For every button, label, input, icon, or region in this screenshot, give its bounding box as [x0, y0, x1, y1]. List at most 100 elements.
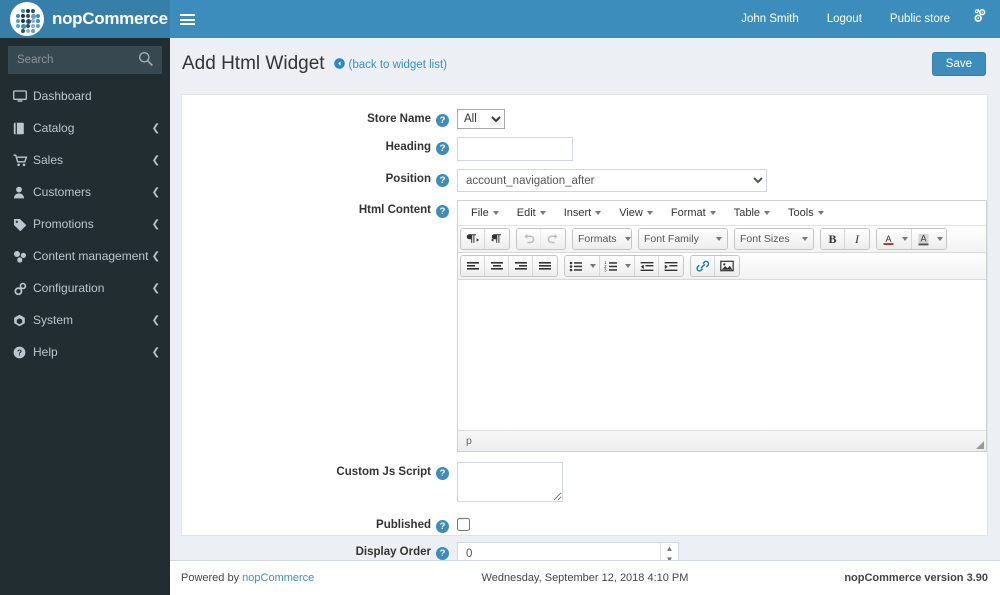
footer-nopcommerce-link[interactable]: nopCommerce: [242, 572, 314, 584]
heading-input[interactable]: [457, 137, 573, 161]
direction-group: [460, 228, 510, 250]
chevron-down-icon: [624, 237, 631, 241]
gears-icon[interactable]: [964, 0, 1000, 38]
font-family-dropdown[interactable]: Font Family: [638, 228, 728, 250]
ordered-list-icon[interactable]: 123: [600, 256, 635, 276]
position-select[interactable]: account_navigation_after: [457, 169, 767, 192]
question-circle-icon[interactable]: ?: [436, 142, 449, 155]
form-row-html-content: Html Content ? File Edit Insert View For…: [182, 200, 987, 452]
editor-menu-edit[interactable]: Edit: [508, 204, 555, 222]
published-checkbox[interactable]: [457, 518, 470, 531]
editor-menu-table[interactable]: Table: [725, 204, 779, 222]
hamburger-icon[interactable]: [170, 0, 204, 38]
link-chain-icon[interactable]: [691, 256, 715, 276]
question-circle-icon[interactable]: ?: [436, 520, 449, 533]
svg-text:A: A: [920, 233, 926, 243]
search-icon[interactable]: [137, 51, 155, 69]
insert-group: [690, 255, 740, 277]
sidebar-item-system[interactable]: System ❮: [0, 304, 170, 336]
search-input[interactable]: [9, 47, 139, 73]
sidebar-item-content-management[interactable]: Content management ❮: [0, 240, 170, 272]
outdent-icon[interactable]: [635, 256, 659, 276]
sidebar-item-label: Help: [33, 345, 58, 359]
align-justify-icon[interactable]: [533, 256, 557, 276]
align-right-icon[interactable]: [509, 256, 533, 276]
editor-menu-format[interactable]: Format: [662, 204, 725, 222]
back-to-widget-list-link[interactable]: (back to widget list): [333, 52, 447, 78]
content-area: Add Html Widget (back to widget list) Sa…: [170, 38, 1000, 595]
ltr-paragraph-icon[interactable]: [461, 229, 485, 249]
rtl-paragraph-icon[interactable]: [485, 229, 509, 249]
sidebar-search[interactable]: [8, 46, 162, 74]
editor-menu-tools[interactable]: Tools: [779, 204, 833, 222]
brand-name: nopCommerce: [52, 9, 168, 28]
editor-menu-file[interactable]: File: [462, 204, 508, 222]
background-color-icon[interactable]: A: [912, 229, 946, 249]
image-picture-icon[interactable]: [715, 256, 739, 276]
alignment-group: [460, 255, 558, 277]
logout-link[interactable]: Logout: [813, 0, 876, 38]
redo-arrow-icon[interactable]: [541, 229, 565, 249]
question-circle-icon[interactable]: ?: [436, 467, 449, 480]
resize-handle-icon[interactable]: [976, 441, 984, 449]
help-question-icon: ?: [13, 346, 33, 359]
question-circle-icon[interactable]: ?: [436, 174, 449, 187]
undo-arrow-icon[interactable]: [517, 229, 541, 249]
question-circle-icon[interactable]: ?: [436, 205, 449, 218]
editor-menu-insert[interactable]: Insert: [555, 204, 611, 222]
sidebar-item-sales[interactable]: Sales ❮: [0, 144, 170, 176]
editor-menu-view[interactable]: View: [610, 204, 662, 222]
store-name-select[interactable]: All: [457, 109, 505, 129]
bold-button[interactable]: B: [821, 229, 845, 249]
sidebar-item-promotions[interactable]: Promotions ❮: [0, 208, 170, 240]
footer-version: nopCommerce version 3.90: [844, 572, 988, 584]
chevron-down-icon: [902, 237, 908, 241]
configuration-gears-icon: [13, 282, 33, 295]
editor-content-area[interactable]: [458, 280, 986, 430]
public-store-link[interactable]: Public store: [876, 0, 964, 38]
font-sizes-dropdown[interactable]: Font Sizes: [734, 228, 814, 250]
chevron-down-icon: [709, 211, 716, 215]
editor-element-path[interactable]: p: [466, 435, 472, 447]
form-row-custom-js: Custom Js Script ?: [182, 462, 987, 505]
dashboard-monitor-icon: [13, 89, 33, 103]
editor-toolbar-row-1: Formats Font Family Font Sizes B I A A: [458, 226, 986, 253]
chevron-down-icon: [590, 264, 596, 268]
custom-js-textarea[interactable]: [457, 462, 563, 502]
page-title: Add Html Widget: [182, 53, 325, 74]
sidebar-item-label: Sales: [33, 153, 64, 167]
form-row-store-name: Store Name ? All: [182, 109, 987, 129]
chevron-left-icon: ❮: [151, 314, 160, 326]
sidebar-item-configuration[interactable]: Configuration ❮: [0, 272, 170, 304]
published-label: Published ?: [182, 515, 457, 534]
sidebar-item-catalog[interactable]: Catalog ❮: [0, 112, 170, 144]
brand-logo-area[interactable]: nopCommerce: [0, 0, 170, 38]
gears-icon-glyph: [972, 8, 986, 22]
align-center-icon[interactable]: [485, 256, 509, 276]
text-color-icon[interactable]: A: [877, 229, 912, 249]
chevron-down-icon: [492, 211, 499, 215]
widget-form-panel: Store Name ? All Heading ? Position ? ac…: [181, 94, 988, 566]
align-left-icon[interactable]: [461, 256, 485, 276]
sidebar-item-customers[interactable]: Customers ❮: [0, 176, 170, 208]
formats-dropdown[interactable]: Formats: [572, 228, 632, 250]
chevron-down-icon: [764, 211, 771, 215]
sidebar-item-help[interactable]: ? Help ❮: [0, 336, 170, 368]
italic-button[interactable]: I: [845, 229, 869, 249]
chevron-left-icon: ❮: [151, 282, 160, 294]
sidebar-item-label: Promotions: [33, 217, 94, 231]
sidebar-item-label: Content management: [33, 249, 149, 263]
stepper-up-icon[interactable]: ▲: [661, 543, 678, 554]
question-circle-icon[interactable]: ?: [436, 547, 449, 560]
user-menu-link[interactable]: John Smith: [727, 0, 813, 38]
indent-icon[interactable]: [659, 256, 683, 276]
chevron-left-icon: ❮: [151, 122, 160, 134]
question-circle-icon[interactable]: ?: [436, 114, 449, 127]
store-name-label: Store Name ?: [182, 109, 457, 129]
save-button[interactable]: Save: [931, 52, 986, 76]
footer: Powered by nopCommerce Wednesday, Septem…: [170, 560, 1000, 595]
unordered-list-icon[interactable]: [565, 256, 600, 276]
back-link-label: (back to widget list): [348, 59, 447, 71]
form-row-heading: Heading ?: [182, 137, 987, 161]
sidebar-item-dashboard[interactable]: Dashboard: [0, 80, 170, 112]
